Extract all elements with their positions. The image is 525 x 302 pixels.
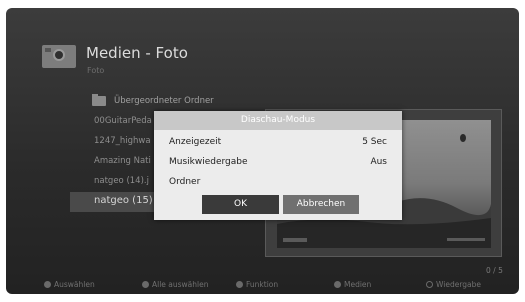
list-item-label: Übergeordneter Ordner: [114, 96, 214, 106]
page-title: Medien - Foto: [86, 44, 188, 62]
hint-function[interactable]: Funktion: [236, 280, 278, 289]
setting-label: Musikwiedergabe: [169, 157, 248, 167]
page-subtitle: Foto: [87, 66, 105, 75]
setting-display-time[interactable]: Anzeigezeit 5 Sec: [169, 137, 387, 151]
camera-icon: [42, 45, 76, 68]
list-item-label: 00GuitarPeda: [94, 116, 152, 126]
media-screen: Medien - Foto Foto Übergeordneter Ordner…: [6, 8, 519, 294]
folder-icon: [92, 94, 106, 106]
list-item-label: Amazing Nati: [94, 156, 151, 166]
hint-playback[interactable]: Wiedergabe: [426, 280, 481, 289]
bottom-hint-bar: Auswählen Alle auswählen Funktion Medien…: [6, 276, 519, 294]
dialog-title: Diaschau-Modus: [154, 111, 402, 130]
button-dot-icon: [236, 281, 243, 288]
setting-label: Ordner: [169, 177, 201, 187]
setting-value: 5 Sec: [362, 137, 387, 147]
ok-button-icon: [426, 281, 433, 288]
list-item-label: natgeo (14).j: [94, 176, 149, 186]
button-dot-icon: [142, 281, 149, 288]
hint-select[interactable]: Auswählen: [44, 280, 95, 289]
button-dot-icon: [334, 281, 341, 288]
hint-select-all[interactable]: Alle auswählen: [142, 280, 209, 289]
setting-music-playback[interactable]: Musikwiedergabe Aus: [169, 157, 387, 171]
cancel-button[interactable]: Abbrechen: [283, 195, 359, 214]
page-counter: 0 / 5: [486, 266, 503, 275]
setting-label: Anzeigezeit: [169, 137, 222, 147]
list-item-label: 1247_highwa: [94, 136, 151, 146]
slideshow-dialog: Diaschau-Modus Anzeigezeit 5 Sec Musikwi…: [154, 111, 402, 220]
hint-media[interactable]: Medien: [334, 280, 371, 289]
setting-value: Aus: [370, 157, 387, 167]
button-dot-icon: [44, 281, 51, 288]
list-item-label: natgeo (15): [94, 195, 153, 206]
ok-button[interactable]: OK: [202, 195, 279, 214]
setting-folder[interactable]: Ordner: [169, 177, 387, 191]
list-item-parent-folder[interactable]: Übergeordneter Ordner: [70, 92, 250, 112]
